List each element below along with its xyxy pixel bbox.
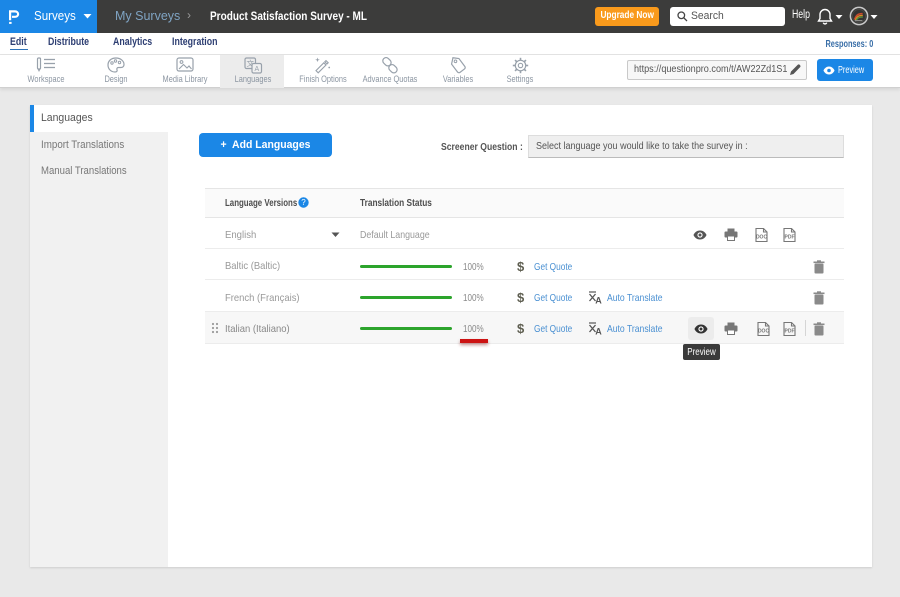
svg-text:PDF: PDF [785, 329, 795, 335]
svg-text:A: A [595, 327, 602, 336]
svg-text:PDF: PDF [785, 235, 795, 241]
svg-text:A: A [254, 66, 259, 73]
svg-text:DOC: DOC [756, 235, 768, 241]
svg-text:A: A [595, 296, 602, 305]
svg-text:DOC: DOC [758, 329, 770, 335]
svg-text:?: ? [301, 198, 306, 207]
